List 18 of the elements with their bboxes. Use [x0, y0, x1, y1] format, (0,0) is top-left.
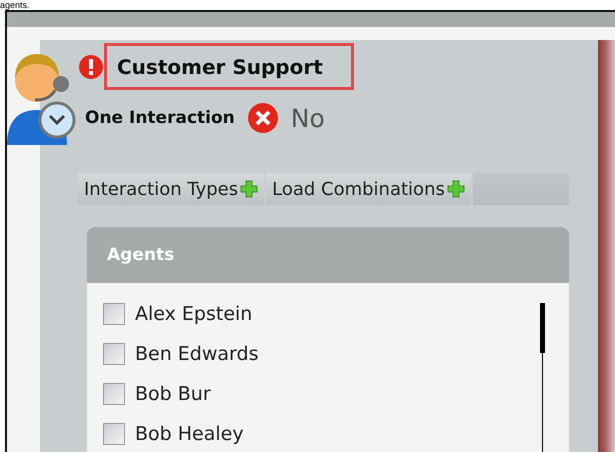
customer-support-title: Customer Support — [104, 43, 354, 90]
caption-text: agents. — [0, 0, 31, 10]
checkbox[interactable] — [103, 383, 125, 405]
scrollbar-thumb[interactable] — [540, 303, 545, 353]
plus-icon — [240, 180, 258, 198]
checkbox[interactable] — [103, 423, 125, 445]
one-interaction-value: No — [290, 104, 325, 132]
toolbar-button[interactable]: Interaction Types — [78, 173, 266, 205]
one-interaction-label: One Interaction — [85, 108, 235, 128]
toolbar-button[interactable]: Load Combinations — [266, 173, 473, 205]
plus-icon — [446, 180, 465, 198]
checkbox[interactable] — [103, 303, 125, 325]
agent-name: Ben Edwards — [135, 343, 258, 365]
agent-name: Alex Epstein — [135, 303, 252, 325]
checkbox[interactable] — [103, 343, 125, 365]
agent-name: Bob Bur — [135, 383, 211, 405]
agent-name: Bob Healey — [135, 423, 244, 445]
agents-header: Agents — [87, 227, 569, 283]
